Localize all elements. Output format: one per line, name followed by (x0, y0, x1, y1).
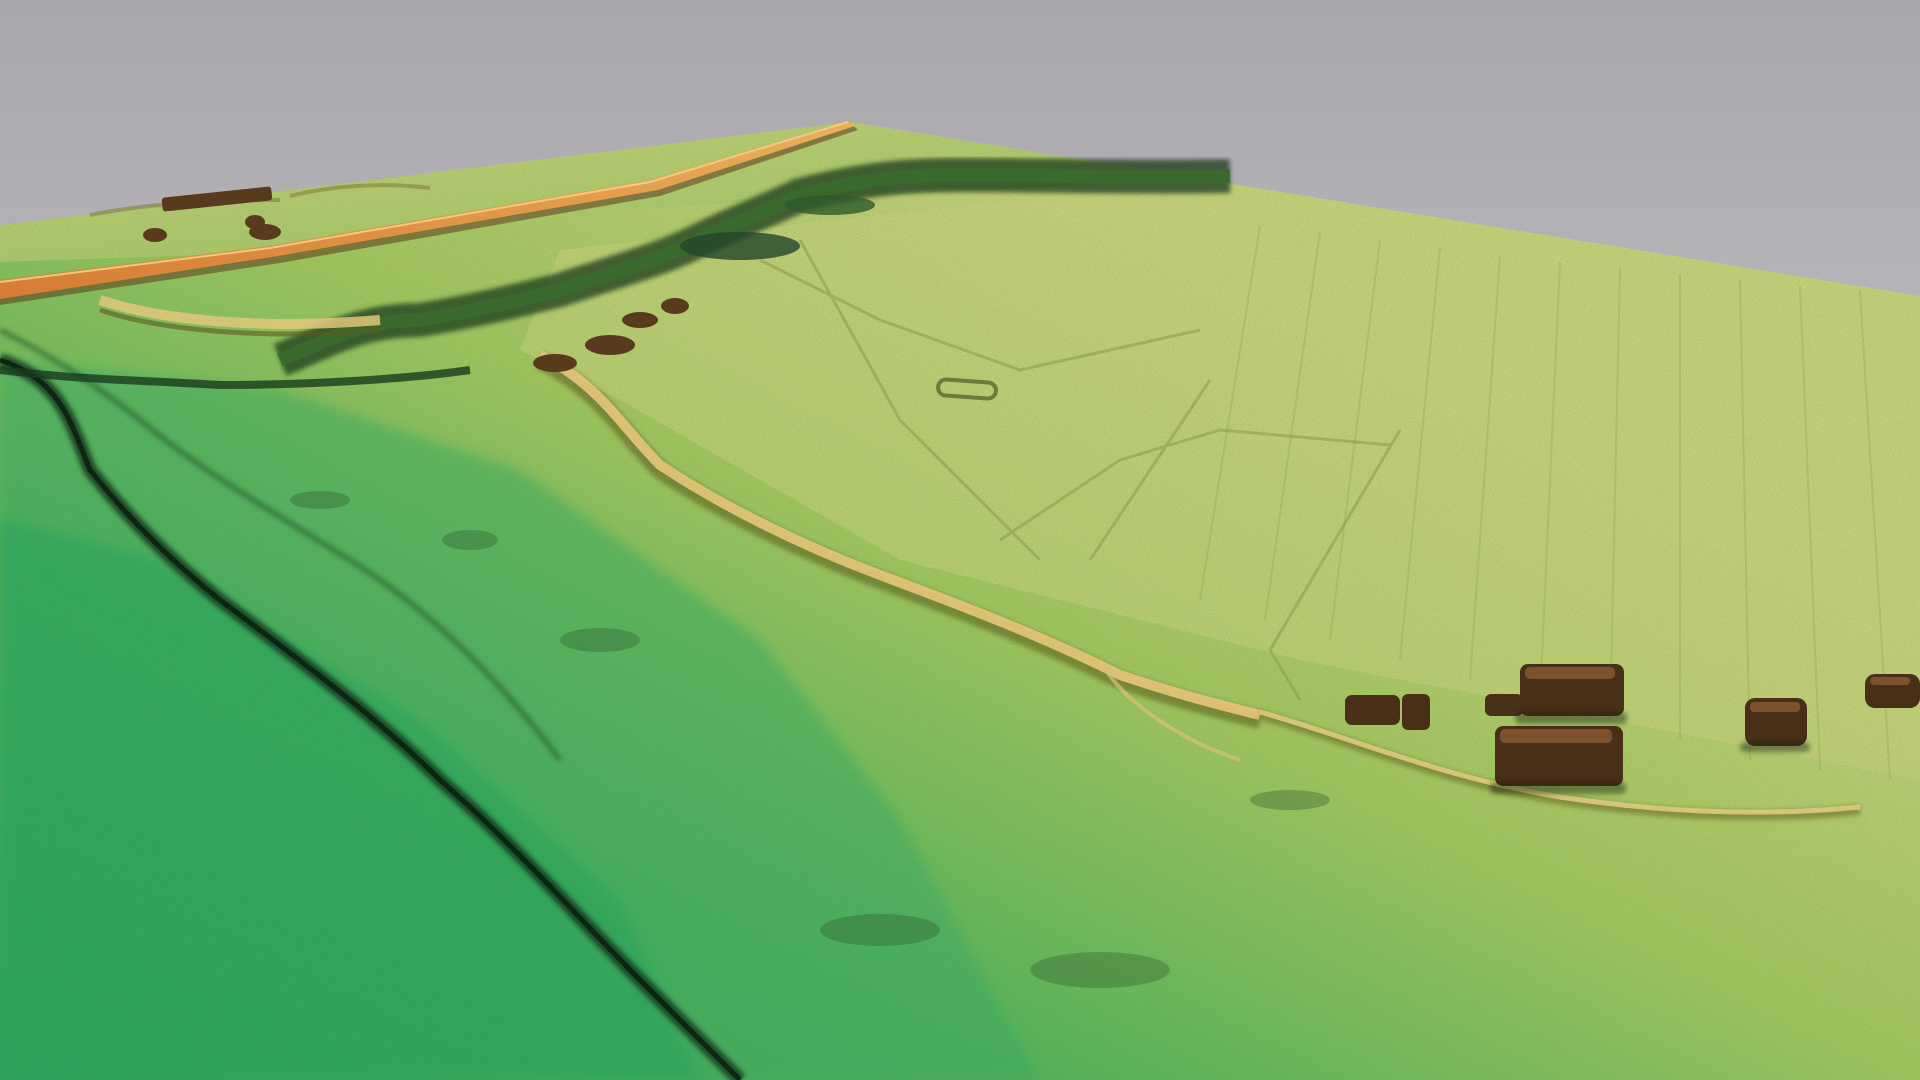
terrain-scene (0, 0, 1920, 1080)
terrain-svg (0, 0, 1920, 1080)
